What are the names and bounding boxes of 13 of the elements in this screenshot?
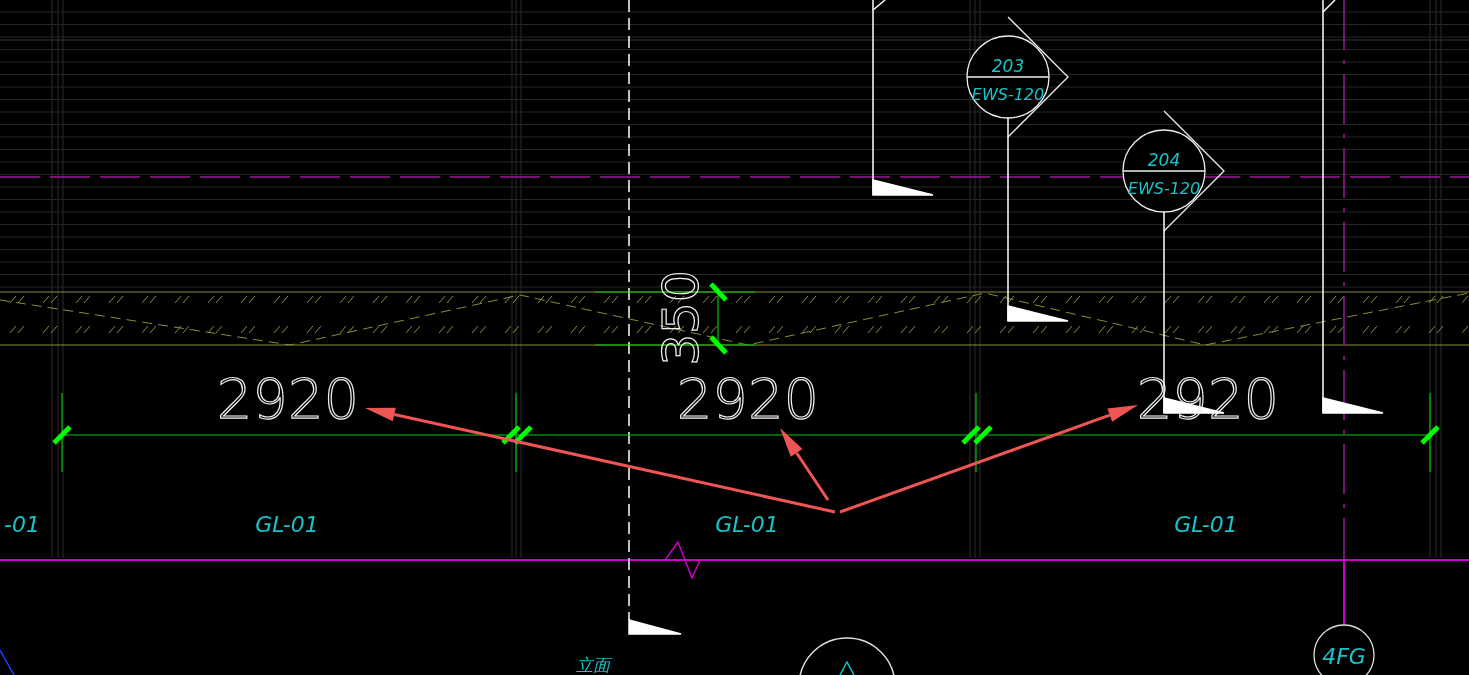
dimension-text: 2920 <box>676 366 820 431</box>
grid-label: 4FG <box>1322 644 1366 669</box>
dimension-text: 2920 <box>216 366 360 431</box>
grid-bubble <box>1313 624 1375 675</box>
section-number: 204 <box>1147 150 1181 170</box>
dimension-text: 350 <box>652 270 710 366</box>
wall-label: -01 <box>4 512 40 537</box>
wall-type-code: EWS-120 <box>1127 179 1201 198</box>
wall-type-code: EWS-120 <box>971 85 1045 104</box>
section-number: 203 <box>991 56 1025 76</box>
wall-label: GL-01 <box>255 512 319 537</box>
wall-label: GL-01 <box>715 512 779 537</box>
wall-label: GL-01 <box>1174 512 1238 537</box>
